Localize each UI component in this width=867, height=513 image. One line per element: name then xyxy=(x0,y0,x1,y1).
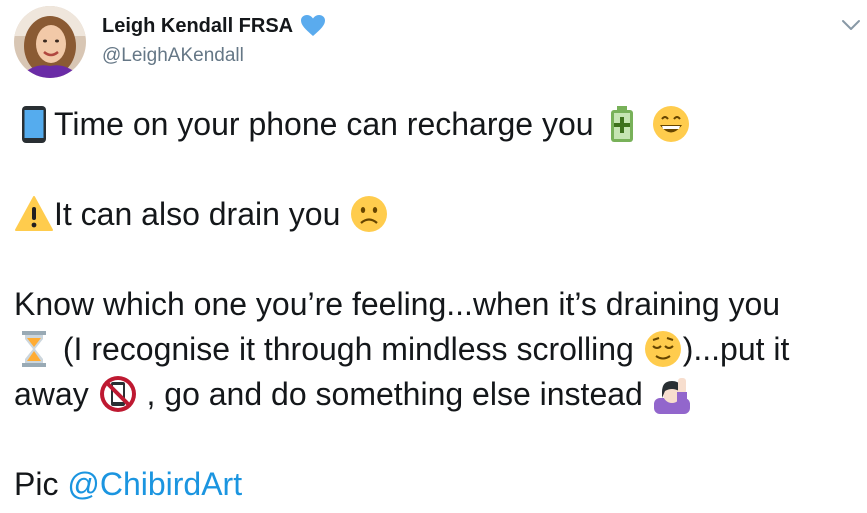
tweet-line-4-text-b: )...put it xyxy=(682,331,790,367)
tweet-line-5: away , go and do something else instead xyxy=(14,372,859,417)
tweet-line-4-text-a: (I recognise it through mindless scrolli… xyxy=(62,331,634,367)
tweet-line-5-text-a: away xyxy=(14,376,89,412)
hourglass-icon xyxy=(14,329,54,369)
tweet-text: Time on your phone can recharge you It c… xyxy=(14,102,859,507)
tweet-line-3: Know which one you’re feeling...when it’… xyxy=(14,282,859,327)
avatar[interactable] xyxy=(14,6,86,78)
chevron-down-icon[interactable] xyxy=(840,14,862,36)
tweet-line-1: Time on your phone can recharge you xyxy=(14,102,859,147)
tweet-line-2: It can also drain you xyxy=(14,192,859,237)
mention-link[interactable]: @ChibirdArt xyxy=(67,466,242,502)
relieved-face-icon xyxy=(643,329,683,369)
no-mobile-phones-icon xyxy=(98,374,138,414)
author-name-row: Leigh Kendall FRSA xyxy=(102,14,326,38)
tweet-line-5-text-b: , go and do something else instead xyxy=(146,376,643,412)
tweet-line-4: (I recognise it through mindless scrolli… xyxy=(14,327,859,372)
blue-heart-icon xyxy=(300,14,326,38)
mobile-phone-icon xyxy=(14,104,54,144)
tweet-line-3-text: Know which one you’re feeling...when it’… xyxy=(14,286,781,322)
tweet-line-6: Pic @ChibirdArt xyxy=(14,462,859,507)
frowning-face-icon xyxy=(349,194,389,234)
warning-icon xyxy=(14,194,54,234)
tweet-line-2-text: It can also drain you xyxy=(54,196,341,232)
battery-plus-icon xyxy=(602,104,642,144)
person-raising-hand-icon xyxy=(652,374,692,414)
tweet-line-1-text: Time on your phone can recharge you xyxy=(54,106,594,142)
author-handle[interactable]: @LeighAKendall xyxy=(102,45,244,67)
pic-label: Pic xyxy=(14,466,59,502)
grinning-face-icon xyxy=(651,104,691,144)
tweet-card: Leigh Kendall FRSA @LeighAKendall Time o… xyxy=(0,0,867,513)
author-display-name[interactable]: Leigh Kendall FRSA xyxy=(102,15,293,38)
